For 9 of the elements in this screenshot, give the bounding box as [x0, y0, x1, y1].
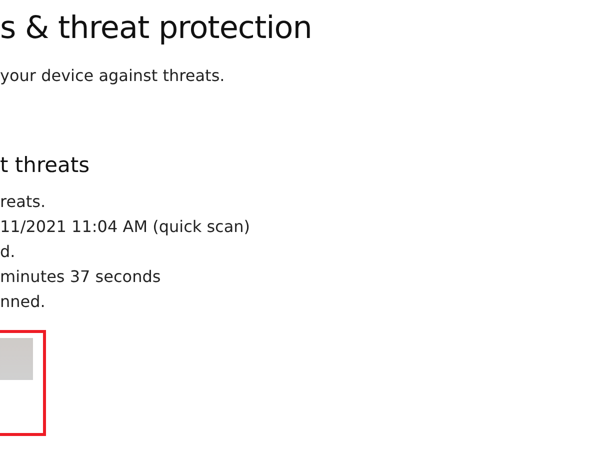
status-line: nned.	[0, 291, 46, 313]
page-subtitle: your device against threats.	[0, 65, 226, 87]
status-line: reats.	[0, 191, 47, 213]
scan-button[interactable]	[0, 338, 33, 380]
page-title: s & threat protection	[0, 9, 313, 48]
status-line: minutes 37 seconds	[0, 266, 162, 288]
status-line: d.	[0, 241, 16, 263]
status-line: 11/2021 11:04 AM (quick scan)	[0, 216, 252, 238]
section-heading: t threats	[0, 152, 91, 179]
